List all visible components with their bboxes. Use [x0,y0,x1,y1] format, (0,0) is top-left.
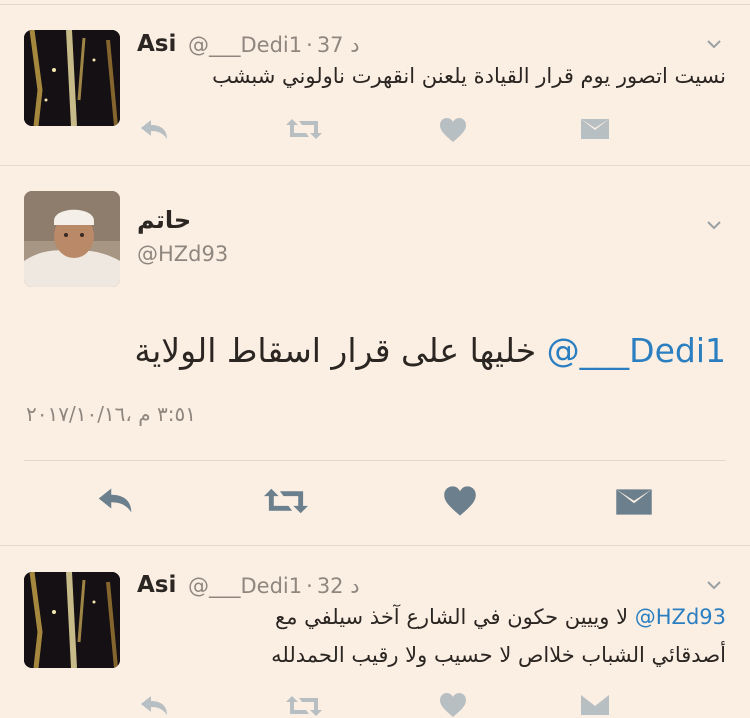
chevron-down-icon[interactable] [707,37,721,51]
message-icon[interactable] [580,118,610,140]
child-photo-icon [24,191,120,287]
divider [0,545,750,546]
separator: · [306,574,313,598]
handle-meta: @___Dedi1 · 37 د [188,33,360,57]
like-icon[interactable] [439,692,467,718]
avatar[interactable] [24,30,120,126]
divider [0,4,750,5]
retweet-icon[interactable] [286,117,322,141]
reply-icon[interactable] [138,694,170,718]
divider [0,165,750,166]
chevron-down-icon[interactable] [707,218,721,232]
like-icon[interactable] [439,117,467,143]
message-icon[interactable] [580,694,610,716]
separator: · [306,33,313,57]
like-icon[interactable] [443,485,477,517]
handle-meta: @___Dedi1 · 32 د [188,574,360,598]
sparkler-photo-icon [24,30,120,126]
display-name[interactable]: Asi [137,572,176,598]
avatar[interactable] [24,191,120,287]
mention-link[interactable]: @HZd93 [635,605,726,629]
avatar[interactable] [24,572,120,668]
chevron-down-icon[interactable] [707,578,721,592]
handle[interactable]: @___Dedi1 [188,574,302,598]
timestamp[interactable]: ٣:٥١ م ،٢٠١٧/١٠/١٦ [26,402,196,426]
handle[interactable]: @HZd93 [137,242,228,266]
reply-icon[interactable] [138,118,170,142]
retweet-icon[interactable] [286,694,322,718]
tweet-body: خليها على قرار اسقاط الولاية [134,331,537,370]
tweet-text-line2: أصدقائي الشباب خلااص لا حسيب ولا رقيب ال… [271,643,726,667]
tweet-text: @___Dedi1 خليها على قرار اسقاط الولاية [134,331,726,370]
divider [24,460,726,461]
handle[interactable]: @___Dedi1 [188,33,302,57]
display-name[interactable]: Asi [137,31,176,57]
message-icon[interactable] [615,487,653,517]
display-name[interactable]: حاتم [137,206,191,234]
sparkler-photo-icon [24,572,120,668]
time-ago: 37 د [316,33,360,57]
tweet-body: لا وييين حكون في الشارع آخذ سيلفي مع [275,605,629,629]
tweet-text: نسيت اتصور يوم قرار القيادة يلعنن انقهرت… [212,64,726,88]
tweet-text-line1: @HZd93 لا وييين حكون في الشارع آخذ سيلفي… [275,605,726,629]
mention-link[interactable]: @___Dedi1 [547,331,726,370]
reply-icon[interactable] [95,486,135,516]
time-ago: 32 د [316,574,360,598]
retweet-icon[interactable] [264,486,308,516]
